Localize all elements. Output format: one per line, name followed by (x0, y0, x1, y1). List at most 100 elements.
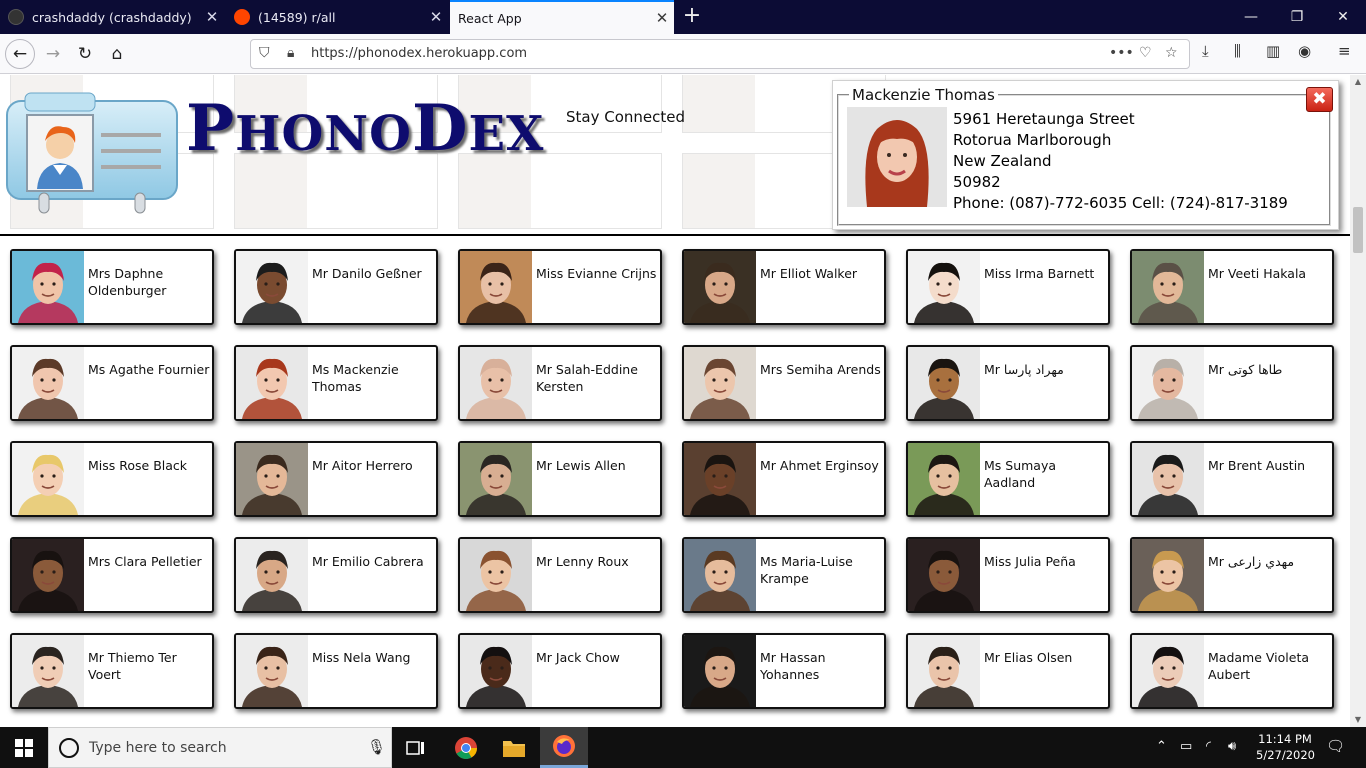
close-detail-button[interactable]: ✖ (1306, 87, 1333, 112)
contact-name[interactable]: Mr Elliot Walker (760, 265, 884, 282)
contact-name[interactable]: Miss Evianne Crijns (536, 265, 660, 282)
wifi-icon[interactable]: ◜ (1206, 739, 1211, 754)
scroll-down-arrow-icon[interactable]: ▼ (1350, 713, 1366, 727)
contact-photo[interactable] (236, 443, 308, 515)
taskbar-firefox-button[interactable] (540, 727, 588, 768)
restore-button[interactable]: ❐ (1274, 0, 1320, 34)
new-tab-button[interactable]: + (680, 4, 704, 30)
menu-icon[interactable]: ≡ (1338, 42, 1351, 60)
contact-photo[interactable] (460, 635, 532, 707)
contact-card[interactable]: Mr Lenny Roux (458, 537, 662, 613)
contact-photo[interactable] (908, 251, 980, 323)
contact-name[interactable]: Miss Julia Peña (984, 553, 1108, 570)
shield-icon[interactable]: ⛉ (259, 45, 270, 61)
contact-name[interactable]: Mr طاها کوتی (1208, 361, 1332, 378)
notifications-icon[interactable]: 🗨︎ (1326, 737, 1345, 755)
contact-card[interactable]: Mrs Semiha Arends (682, 345, 886, 421)
contact-photo[interactable] (684, 251, 756, 323)
lock-icon[interactable]: 🔒︎ (287, 45, 294, 61)
contact-name[interactable]: Mrs Daphne Oldenburger (88, 265, 212, 299)
bookmark-star-icon[interactable]: ☆ (1165, 45, 1178, 61)
tab-close-icon[interactable]: ✕ (650, 9, 674, 27)
contact-name[interactable]: Mr Brent Austin (1208, 457, 1332, 474)
contact-name[interactable]: Mr Hassan Yohannes (760, 649, 884, 683)
sidebar-icon[interactable]: ▥ (1266, 42, 1280, 60)
contact-name[interactable]: Mr Veeti Hakala (1208, 265, 1332, 282)
contact-card[interactable]: Ms Maria-Luise Krampe (682, 537, 886, 613)
contact-photo[interactable] (12, 347, 84, 419)
forward-button[interactable]: → (38, 39, 68, 69)
contact-photo[interactable] (12, 251, 84, 323)
url-text[interactable]: https://phonodex.herokuapp.com (311, 46, 527, 61)
contact-card[interactable]: Miss Julia Peña (906, 537, 1110, 613)
contact-name[interactable]: Madame Violeta Aubert (1208, 649, 1332, 683)
contact-card[interactable]: Miss Evianne Crijns (458, 249, 662, 325)
contact-photo[interactable] (460, 443, 532, 515)
taskbar-chrome-button[interactable] (442, 727, 490, 768)
contact-card[interactable]: Mr Brent Austin (1130, 441, 1334, 517)
browser-tab-crashdaddy[interactable]: crashdaddy (crashdaddy) ✕ (0, 0, 224, 34)
page-scrollbar[interactable]: ▲ ▼ (1350, 75, 1366, 727)
contact-card[interactable]: Mr Aitor Herrero (234, 441, 438, 517)
taskbar-search-box[interactable]: Type here to search 🎙︎ (48, 727, 392, 768)
contact-photo[interactable] (236, 347, 308, 419)
taskbar-clock[interactable]: 11:14 PM 5/27/2020 (1256, 731, 1315, 763)
window-close-button[interactable]: ✕ (1320, 0, 1366, 34)
contact-photo[interactable] (908, 539, 980, 611)
contact-name[interactable]: Mr Salah-Eddine Kersten (536, 361, 660, 395)
taskbar-file-explorer-button[interactable] (490, 727, 538, 768)
contact-name[interactable]: Mr Danilo Geßner (312, 265, 436, 282)
contact-photo[interactable] (236, 635, 308, 707)
contact-card[interactable]: Mrs Clara Pelletier (10, 537, 214, 613)
contact-card[interactable]: Mr Elias Olsen (906, 633, 1110, 709)
contact-photo[interactable] (1132, 251, 1204, 323)
contact-name[interactable]: Mr Elias Olsen (984, 649, 1108, 666)
page-actions-icon[interactable]: ••• (1109, 45, 1134, 61)
tab-close-icon[interactable]: ✕ (200, 8, 224, 26)
contact-card[interactable]: Mr Thiemo Ter Voert (10, 633, 214, 709)
contact-name[interactable]: Mr Jack Chow (536, 649, 660, 666)
contact-card[interactable]: Mr Ahmet Erginsoy (682, 441, 886, 517)
contact-card[interactable]: Mr Danilo Geßner (234, 249, 438, 325)
contact-card[interactable]: Miss Irma Barnett (906, 249, 1110, 325)
contact-photo[interactable] (684, 443, 756, 515)
contact-photo[interactable] (12, 539, 84, 611)
contact-card[interactable]: Mr Elliot Walker (682, 249, 886, 325)
start-button[interactable] (0, 727, 48, 768)
contact-photo[interactable] (12, 443, 84, 515)
contact-photo[interactable] (1132, 635, 1204, 707)
downloads-icon[interactable]: ⤓ (1202, 42, 1209, 60)
tab-close-icon[interactable]: ✕ (424, 8, 448, 26)
contact-name[interactable]: Mr Emilio Cabrera (312, 553, 436, 570)
contact-photo[interactable] (684, 347, 756, 419)
address-bar[interactable]: ⛉ 🔒︎ https://phonodex.herokuapp.com ••• … (250, 39, 1190, 69)
contact-card[interactable]: Mrs Daphne Oldenburger (10, 249, 214, 325)
contact-name[interactable]: Miss Nela Wang (312, 649, 436, 666)
contact-card[interactable]: Mr Jack Chow (458, 633, 662, 709)
battery-icon[interactable]: ▭ (1180, 739, 1192, 754)
contact-card[interactable]: Ms Agathe Fournier (10, 345, 214, 421)
contact-card[interactable]: Madame Violeta Aubert (1130, 633, 1334, 709)
volume-icon[interactable]: 🔊︎ (1228, 739, 1236, 754)
contact-name[interactable]: Ms Sumaya Aadland (984, 457, 1108, 491)
task-view-button[interactable] (392, 727, 440, 768)
contact-photo[interactable] (908, 347, 980, 419)
contact-card[interactable]: Ms Sumaya Aadland (906, 441, 1110, 517)
microphone-icon[interactable]: 🎙︎ (367, 738, 386, 756)
contact-photo[interactable] (460, 251, 532, 323)
scroll-up-arrow-icon[interactable]: ▲ (1350, 75, 1366, 89)
contact-card[interactable]: Mr Lewis Allen (458, 441, 662, 517)
contact-name[interactable]: Miss Rose Black (88, 457, 212, 474)
taskbar-search-placeholder[interactable]: Type here to search (89, 740, 227, 756)
show-hidden-icons-icon[interactable]: ⌃ (1156, 739, 1167, 754)
contact-photo[interactable] (12, 635, 84, 707)
contact-photo[interactable] (236, 539, 308, 611)
contact-photo[interactable] (684, 635, 756, 707)
contact-name[interactable]: Mr Ahmet Erginsoy (760, 457, 884, 474)
contact-name[interactable]: Mr Lewis Allen (536, 457, 660, 474)
contact-name[interactable]: Mrs Clara Pelletier (88, 553, 212, 570)
contact-card[interactable]: Mr مهراد پارسا (906, 345, 1110, 421)
contact-card[interactable]: Mr Hassan Yohannes (682, 633, 886, 709)
browser-tab-react-app[interactable]: React App ✕ (450, 0, 674, 34)
contact-card[interactable]: Mr Emilio Cabrera (234, 537, 438, 613)
